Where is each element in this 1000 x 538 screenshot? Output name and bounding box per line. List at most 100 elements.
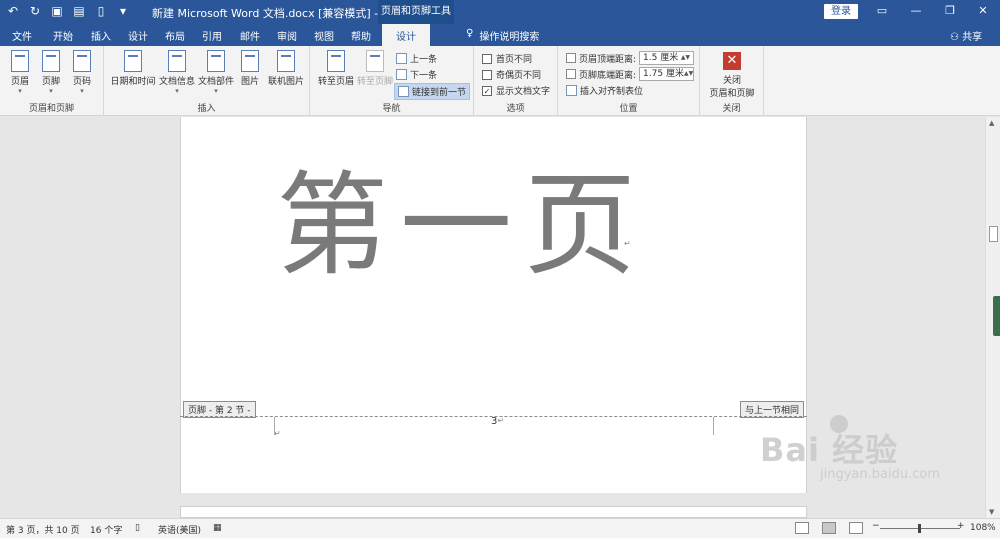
doc-info-button[interactable]: 文档信息 ▾ [158, 50, 196, 95]
chevron-down-icon: ▾ [175, 87, 179, 95]
footer-page-number[interactable]: 3 ↵ [491, 416, 504, 427]
zoom-in-icon[interactable]: + [957, 521, 965, 531]
page-number-icon [73, 50, 91, 72]
tab-references[interactable]: 引用 [202, 28, 222, 43]
picture-icon [241, 50, 259, 72]
goto-footer-icon [366, 50, 384, 72]
tell-me-search[interactable]: ♀ 操作说明搜索 [466, 28, 539, 43]
group-position: 页眉顶端距离: 1.5 厘米 ▲▼ 页脚底端距离: 1.75 厘米 ▲▼ 插入对… [558, 46, 700, 116]
tab-header-footer-design[interactable]: 设计 [382, 24, 430, 46]
scroll-down-icon[interactable]: ▼ [989, 508, 994, 516]
tab-home[interactable]: 开始 [53, 28, 73, 43]
maximize-icon[interactable]: ❐ [942, 4, 958, 17]
footer-bottom-distance: 页脚底端距离: 1.75 厘米 ▲▼ [566, 67, 695, 81]
group-label: 页眉和页脚 [28, 104, 74, 114]
web-layout-icon[interactable] [849, 522, 863, 534]
title-bar: ↶ ↻ ▣ ▤ ▯ ▾ 新建 Microsoft Word 文档.docx [兼… [0, 0, 1000, 24]
online-picture-button[interactable]: 联机图片 [266, 50, 306, 87]
customize-icon[interactable]: ▾ [116, 4, 130, 18]
calendar-icon [124, 50, 142, 72]
group-label: 位置 [619, 104, 638, 114]
scroll-thumb[interactable] [989, 226, 998, 242]
group-insert: 日期和时间 文档信息 ▾ 文档部件 ▾ 图片 联机图片 插入 [104, 46, 310, 116]
doc-info-icon [168, 50, 186, 72]
quick-access-toolbar: ↶ ↻ ▣ ▤ ▯ ▾ [6, 4, 130, 18]
different-odd-even-checkbox[interactable]: 奇偶页不同 [482, 68, 541, 81]
paragraph-mark-icon: ↵ [274, 429, 281, 438]
header-button[interactable]: 页眉 ▾ [4, 50, 36, 95]
checkbox-box [482, 69, 492, 80]
previous-button[interactable]: 上一条 [396, 52, 437, 65]
tab-review[interactable]: 审阅 [277, 28, 297, 43]
side-panel-tab[interactable] [993, 296, 1000, 336]
baidu-watermark: Bai 经验 jingyan.baidu.com [760, 415, 940, 482]
tab-help[interactable]: 帮助 [351, 28, 371, 43]
group-options: 首页不同 奇偶页不同 ✓ 显示文档文字 选项 [474, 46, 558, 116]
zoom-slider-thumb[interactable] [918, 524, 921, 533]
quick-parts-button[interactable]: 文档部件 ▾ [197, 50, 235, 95]
status-bar: 第 3 页，共 10 页 16 个字 ▯ 英语(美国) ▦ − + 108% [0, 518, 1000, 538]
header-distance-icon [566, 53, 576, 63]
ribbon-display-icon[interactable]: ▭ [874, 4, 890, 17]
proofing-icon[interactable]: ▯ [135, 523, 140, 533]
zoom-level[interactable]: 108% [970, 523, 996, 533]
next-icon [396, 69, 407, 80]
next-page [180, 506, 807, 518]
group-label: 选项 [506, 104, 525, 114]
page-number-button[interactable]: 页码 ▾ [66, 50, 98, 95]
page-info[interactable]: 第 3 页，共 10 页 [6, 523, 80, 536]
spinner-icon[interactable]: ▲▼ [684, 68, 693, 80]
save-icon[interactable]: ▣ [50, 4, 64, 18]
chevron-down-icon: ▾ [49, 87, 53, 95]
margin-corner-right [713, 417, 714, 435]
undo-icon[interactable]: ↶ [6, 4, 20, 18]
macro-icon[interactable]: ▦ [213, 523, 222, 533]
goto-header-icon [327, 50, 345, 72]
footer-distance-icon [566, 69, 576, 79]
quick-parts-icon [207, 50, 225, 72]
print-icon[interactable]: ▤ [72, 4, 86, 18]
zoom-out-icon[interactable]: − [872, 521, 880, 531]
tell-me-label: 操作说明搜索 [479, 32, 540, 43]
tab-layout[interactable]: 布局 [165, 28, 185, 43]
footer-bottom-input[interactable]: 1.75 厘米 ▲▼ [639, 67, 695, 81]
page-body-text: 第一页 [276, 161, 648, 291]
tab-mailings[interactable]: 邮件 [240, 28, 260, 43]
margin-corner-left [274, 417, 275, 435]
scroll-up-icon[interactable]: ▲ [989, 119, 994, 127]
different-first-page-checkbox[interactable]: 首页不同 [482, 52, 532, 65]
picture-button[interactable]: 图片 [236, 50, 264, 87]
minimize-icon[interactable]: — [908, 4, 924, 17]
word-count[interactable]: 16 个字 [90, 523, 122, 536]
link-icon [398, 86, 409, 97]
footer-icon [42, 50, 60, 72]
show-doc-text-checkbox[interactable]: ✓ 显示文档文字 [482, 84, 550, 97]
ribbon-tabs: 文件 开始 插入 设计 布局 引用 邮件 审阅 视图 帮助 设计 ♀ 操作说明搜… [0, 24, 1000, 46]
document-page[interactable]: 第一页 ↵ ↵ [180, 117, 807, 493]
group-label: 插入 [197, 104, 216, 114]
tab-view[interactable]: 视图 [314, 28, 334, 43]
print-layout-icon[interactable] [822, 522, 836, 534]
close-icon[interactable]: ✕ [975, 4, 991, 17]
language[interactable]: 英语(美国) [158, 523, 201, 536]
new-doc-icon[interactable]: ▯ [94, 4, 108, 18]
insert-alignment-tab-button[interactable]: 插入对齐制表位 [566, 84, 643, 97]
chevron-down-icon: ▾ [80, 87, 84, 95]
redo-icon[interactable]: ↻ [28, 4, 42, 18]
tab-file[interactable]: 文件 [12, 28, 32, 43]
link-to-previous-button[interactable]: 链接到前一节 [394, 83, 471, 100]
share-button[interactable]: ⚇ 共享 [950, 28, 982, 43]
close-header-footer-button[interactable]: ✕ 关闭 页眉和页脚 [708, 52, 756, 99]
login-button[interactable]: 登录 [824, 4, 858, 19]
tab-design[interactable]: 设计 [128, 28, 148, 43]
spinner-icon[interactable]: ▲▼ [681, 52, 690, 64]
date-time-button[interactable]: 日期和时间 [110, 50, 156, 87]
header-top-input[interactable]: 1.5 厘米 ▲▼ [639, 51, 695, 65]
tab-insert[interactable]: 插入 [91, 28, 111, 43]
goto-header-button[interactable]: 转至页眉 [316, 50, 356, 87]
goto-footer-button[interactable]: 转至页脚 [356, 50, 394, 87]
context-tools-label: 页眉和页脚工具 [378, 0, 454, 24]
next-button[interactable]: 下一条 [396, 68, 437, 81]
read-mode-icon[interactable] [795, 522, 809, 534]
footer-button[interactable]: 页脚 ▾ [35, 50, 67, 95]
